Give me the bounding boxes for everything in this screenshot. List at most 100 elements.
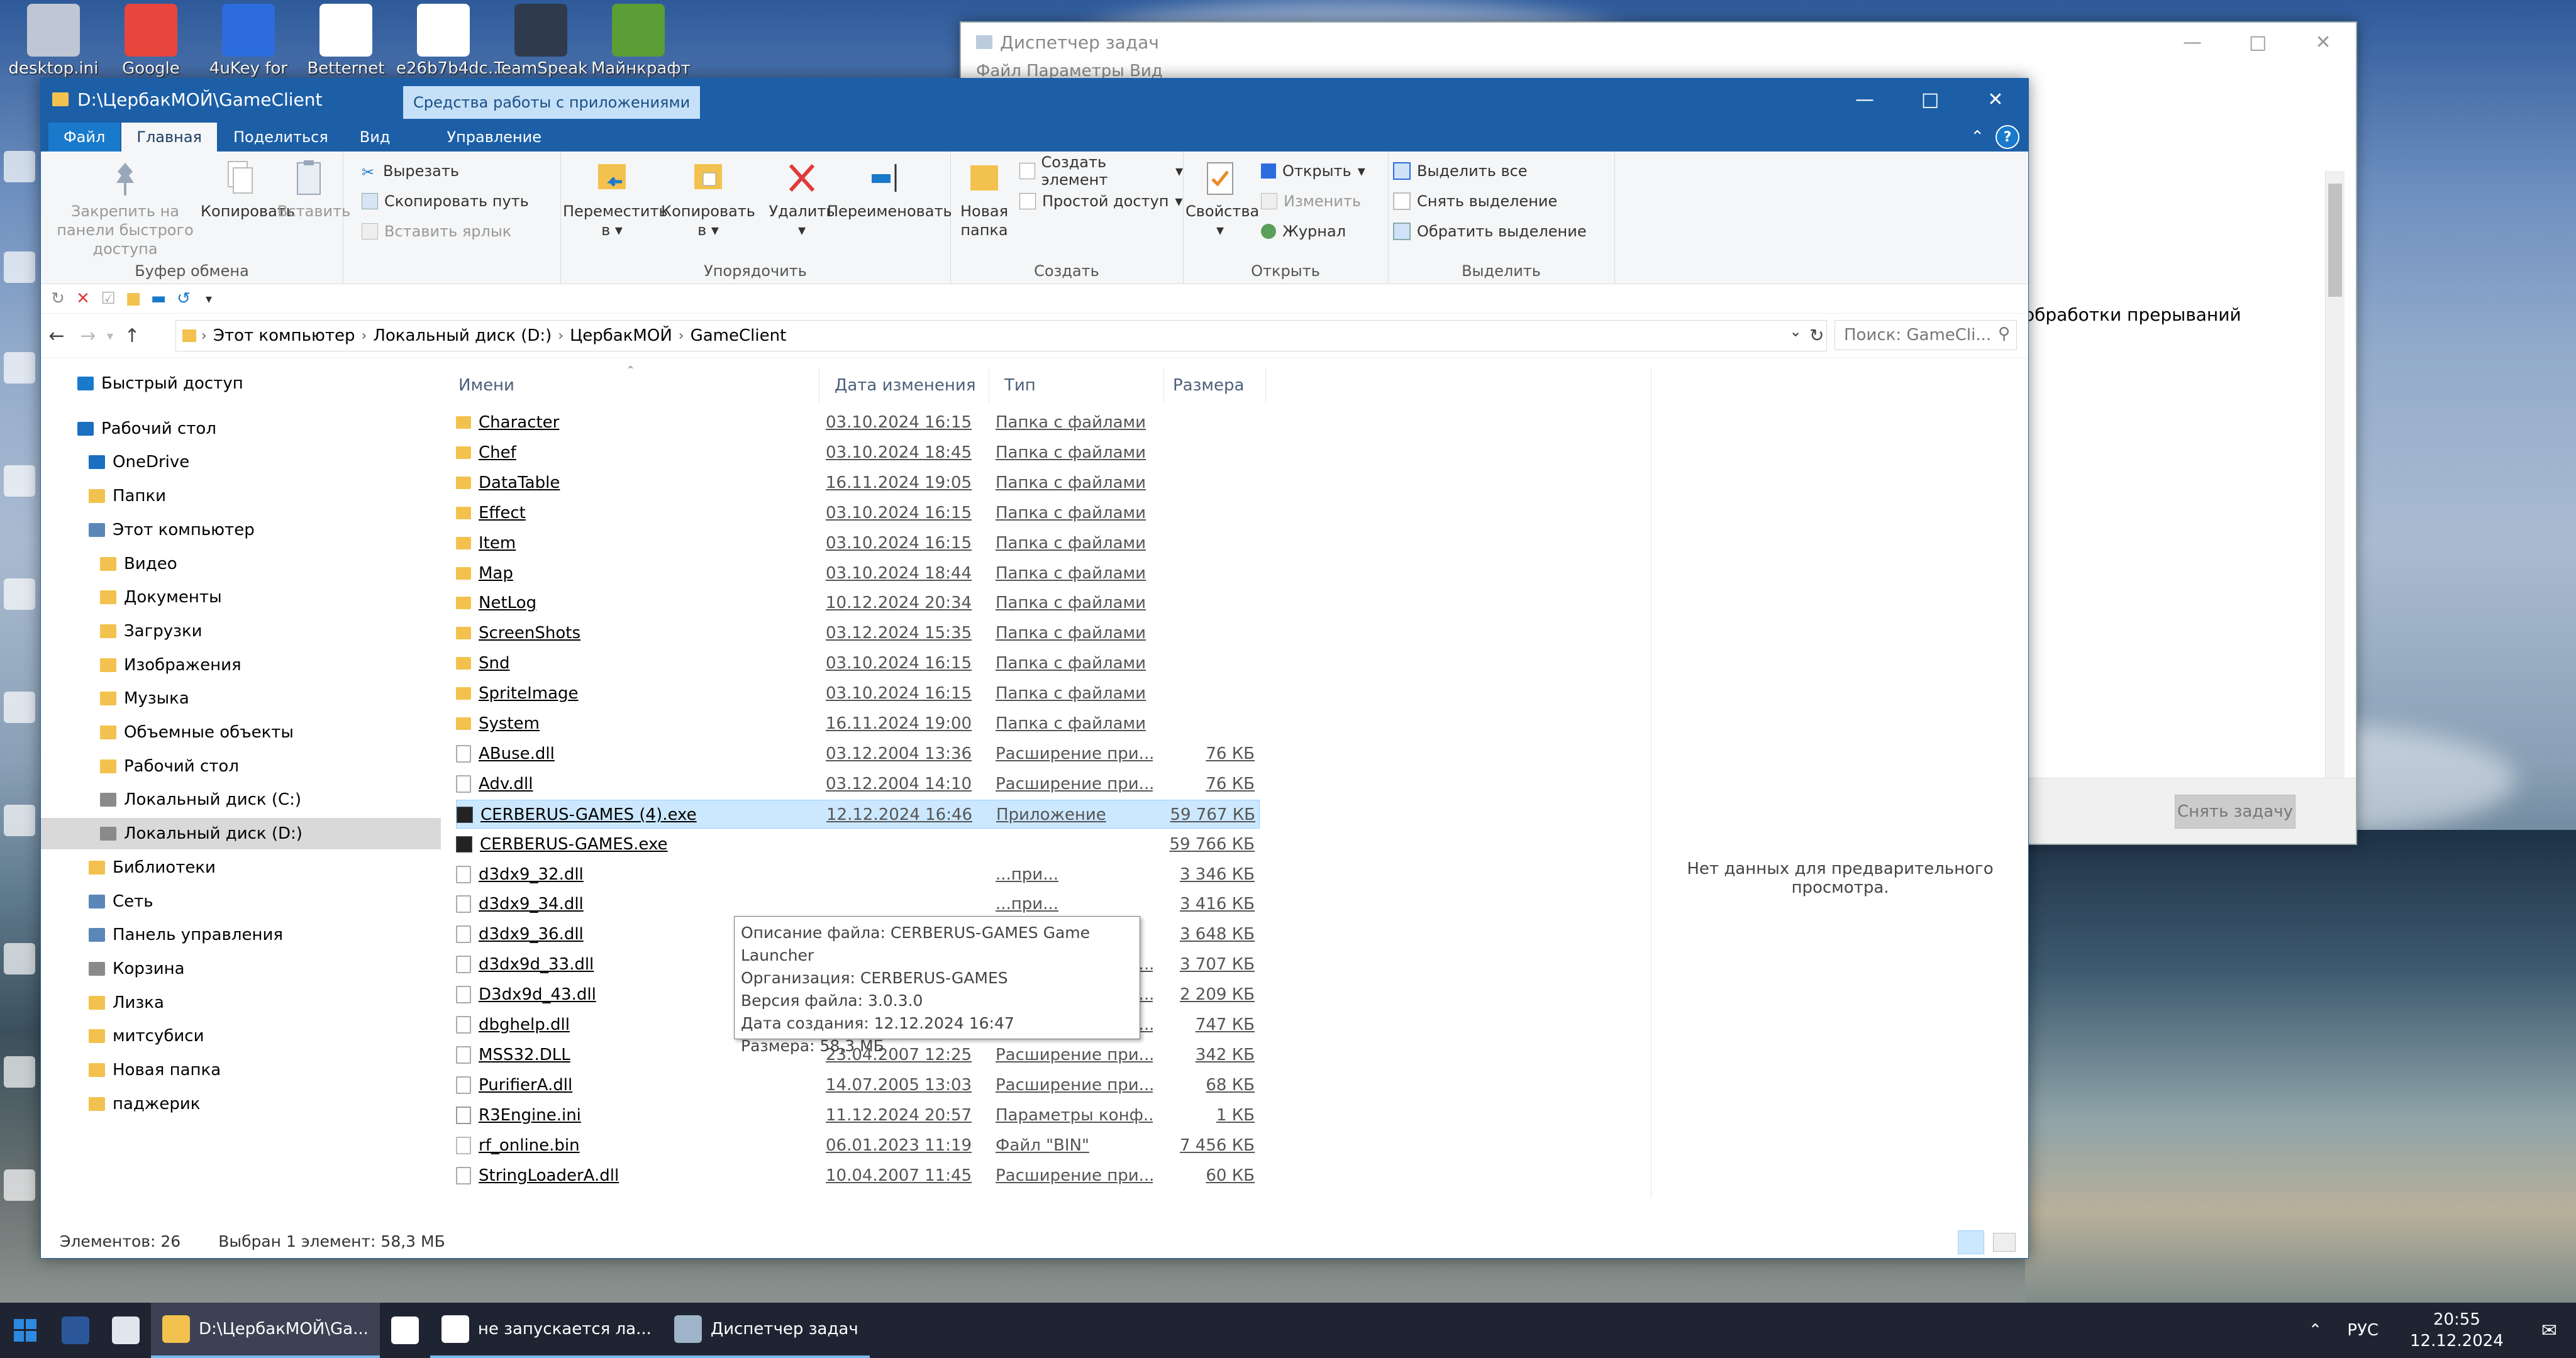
column-size[interactable]: Размера xyxy=(1164,368,1266,403)
nav-item[interactable]: Локальный диск (D:) xyxy=(41,818,441,850)
details-view-icon[interactable] xyxy=(1958,1230,1984,1254)
nav-item[interactable]: Новая папка xyxy=(41,1054,441,1086)
nav-item[interactable]: Музыка xyxy=(41,683,441,714)
table-row[interactable]: ABuse.dll 03.12.2004 13:36 Расширение при.… xyxy=(456,739,1260,768)
breadcrumb-separator-icon[interactable]: › xyxy=(679,328,684,344)
move-to-button[interactable]: Переместить в ▾ xyxy=(563,158,668,240)
nav-item[interactable]: митсубиси xyxy=(41,1020,441,1052)
desktop-icon-partial[interactable] xyxy=(4,1169,35,1201)
nav-item[interactable]: Лизка xyxy=(41,987,441,1018)
breadcrumb-item[interactable]: Локальный диск (D:) xyxy=(367,326,558,345)
taskbar-item[interactable] xyxy=(101,1303,151,1358)
new-folder-button[interactable]: Новая папка xyxy=(953,158,1016,240)
forward-icon[interactable]: → xyxy=(72,325,104,347)
nav-item[interactable]: Документы xyxy=(41,582,441,613)
task-manager-scrollbar[interactable] xyxy=(2325,171,2345,793)
desktop-icon[interactable]: Betternet xyxy=(299,4,393,78)
open-button[interactable]: Открыть ▾ xyxy=(1261,157,1365,185)
large-icons-view-icon[interactable] xyxy=(1993,1233,2016,1252)
desktop-icon[interactable]: desktop.ini xyxy=(6,4,101,78)
desktop-icon[interactable]: Майнкрафт xyxy=(591,4,691,78)
end-task-button[interactable]: Снять задачу xyxy=(2175,795,2296,829)
undo-icon[interactable]: ↺ xyxy=(175,289,192,308)
pin-quick-access-button[interactable]: Закрепить на панели быстрого доступа xyxy=(50,158,201,258)
customize-dropdown-icon[interactable]: ▾ xyxy=(201,290,217,307)
table-row[interactable]: System 16.11.2024 19:00 Папка с файлами xyxy=(456,709,1260,738)
maximize-icon[interactable]: □ xyxy=(2225,23,2290,62)
history-button[interactable]: Журнал xyxy=(1261,217,1346,246)
rename-icon[interactable]: ▬ xyxy=(150,289,167,308)
table-row[interactable]: SpriteImage 03.10.2024 16:15 Папка с файла… xyxy=(456,679,1260,708)
clock[interactable]: 20:55 12.12.2024 xyxy=(2391,1309,2523,1352)
nav-item[interactable]: Локальный диск (C:) xyxy=(41,784,441,815)
help-icon[interactable]: ? xyxy=(1996,125,2019,149)
tab-home[interactable]: Главная xyxy=(121,123,217,152)
chevron-up-icon[interactable]: ⌃ xyxy=(1970,128,1984,146)
copy-to-button[interactable]: Копировать в ▾ xyxy=(661,158,755,240)
select-none-button[interactable]: Снять выделение xyxy=(1393,187,1557,216)
scrollbar-thumb[interactable] xyxy=(2328,184,2342,297)
tab-manage[interactable]: Управление xyxy=(431,123,557,152)
invert-selection-button[interactable]: Обратить выделение xyxy=(1393,217,1587,246)
column-name[interactable]: Имени ⌃ xyxy=(450,364,819,403)
nav-item[interactable]: OneDrive xyxy=(41,446,441,478)
table-row[interactable]: StringLoaderA.dll 10.04.2007 11:45 Расшире… xyxy=(456,1161,1260,1190)
maximize-icon[interactable]: □ xyxy=(1897,79,1963,120)
refresh-icon[interactable]: ↻ xyxy=(1809,325,1824,346)
nav-item[interactable]: Объемные объекты xyxy=(41,717,441,748)
desktop-icon-partial[interactable] xyxy=(4,692,35,723)
tab-file[interactable]: Файл xyxy=(48,123,121,152)
table-row[interactable]: PurifierA.dll 14.07.2005 13:03 Расширение … xyxy=(456,1071,1260,1100)
start-button[interactable] xyxy=(0,1303,50,1358)
table-row[interactable]: Chef 03.10.2024 18:45 Папка с файлами xyxy=(456,438,1260,467)
taskbar-item[interactable] xyxy=(50,1303,101,1358)
easy-access-button[interactable]: Простой доступ ▾ xyxy=(1019,187,1182,216)
table-row[interactable]: Character 03.10.2024 16:15 Папка с файлами xyxy=(456,408,1260,437)
desktop-icon-partial[interactable] xyxy=(4,1056,35,1088)
chevron-up-icon[interactable]: ⌃ xyxy=(2296,1321,2335,1340)
breadcrumb-separator-icon[interactable]: › xyxy=(362,328,367,344)
tab-share[interactable]: Поделиться xyxy=(218,123,343,152)
table-row[interactable]: Effect 03.10.2024 16:15 Папка с файлами xyxy=(456,499,1260,527)
nav-item[interactable]: Загрузки xyxy=(41,616,441,647)
nav-item[interactable]: Изображения xyxy=(41,649,441,681)
explorer-title-bar[interactable]: D:\ЦербакМОЙ\GameClient Средства работы … xyxy=(41,79,2028,120)
edit-button[interactable]: Изменить xyxy=(1261,187,1361,216)
nav-item[interactable]: Библиотеки xyxy=(41,852,441,883)
paste-button[interactable]: Вставить xyxy=(277,158,350,221)
properties-button[interactable]: Свойства ▾ xyxy=(1185,158,1259,240)
desktop-icon-partial[interactable] xyxy=(4,805,35,836)
table-row[interactable]: d3dx9_32.dll ...при... 3 346 КБ xyxy=(456,860,1260,889)
address-dropdown-icon[interactable]: ⌄ xyxy=(1789,323,1802,340)
taskbar-item[interactable]: Диспетчер задач xyxy=(662,1303,870,1358)
nav-item[interactable]: Видео xyxy=(41,548,441,580)
address-bar[interactable]: › Этот компьютер › Локальный диск (D:) › Церб… xyxy=(175,320,1827,351)
table-row[interactable]: R3Engine.ini 11.12.2024 20:57 Параметры ко… xyxy=(456,1101,1260,1130)
nav-item[interactable]: Быстрый доступ xyxy=(41,368,441,399)
breadcrumb-separator-icon[interactable]: › xyxy=(201,328,207,344)
table-row[interactable]: NetLog 10.12.2024 20:34 Папка с файлами xyxy=(456,588,1260,617)
table-row[interactable]: Map 03.10.2024 18:44 Папка с файлами xyxy=(456,559,1260,588)
desktop-icon-partial[interactable] xyxy=(4,151,35,182)
nav-item[interactable]: Панель управления xyxy=(41,919,441,951)
table-row[interactable]: Item 03.10.2024 16:15 Папка с файлами xyxy=(456,529,1260,558)
table-row[interactable]: d3dx9_34.dll ...при... 3 416 КБ xyxy=(456,890,1260,919)
properties-icon[interactable]: ☑ xyxy=(100,289,116,308)
desktop-icon-partial[interactable] xyxy=(4,465,35,497)
table-row[interactable]: ScreenShots 03.12.2024 15:35 Папка с файла… xyxy=(456,619,1260,648)
desktop-icon-partial[interactable] xyxy=(4,352,35,384)
nav-item[interactable]: паджерик xyxy=(41,1088,441,1120)
recent-dropdown-icon[interactable]: ▾ xyxy=(104,328,116,343)
table-row[interactable]: Snd 03.10.2024 16:15 Папка с файлами xyxy=(456,649,1260,678)
desktop-icon[interactable]: Google xyxy=(104,4,198,78)
rename-button[interactable]: Переименовать xyxy=(827,158,952,221)
breadcrumb-item[interactable]: ЦербакМОЙ xyxy=(564,326,679,345)
up-icon[interactable]: ↑ xyxy=(116,325,148,347)
close-icon[interactable]: ✕ xyxy=(2290,23,2356,62)
taskbar-item[interactable]: D:\ЦербакМОЙ\Ga... xyxy=(151,1303,380,1358)
table-row[interactable]: Adv.dll 03.12.2004 14:10 Расширение при...… xyxy=(456,770,1260,798)
nav-item[interactable]: Папки xyxy=(41,480,441,512)
minimize-icon[interactable]: — xyxy=(1832,79,1897,120)
nav-item[interactable]: Этот компьютер xyxy=(41,514,441,546)
copy-button[interactable]: Копировать xyxy=(201,158,295,221)
